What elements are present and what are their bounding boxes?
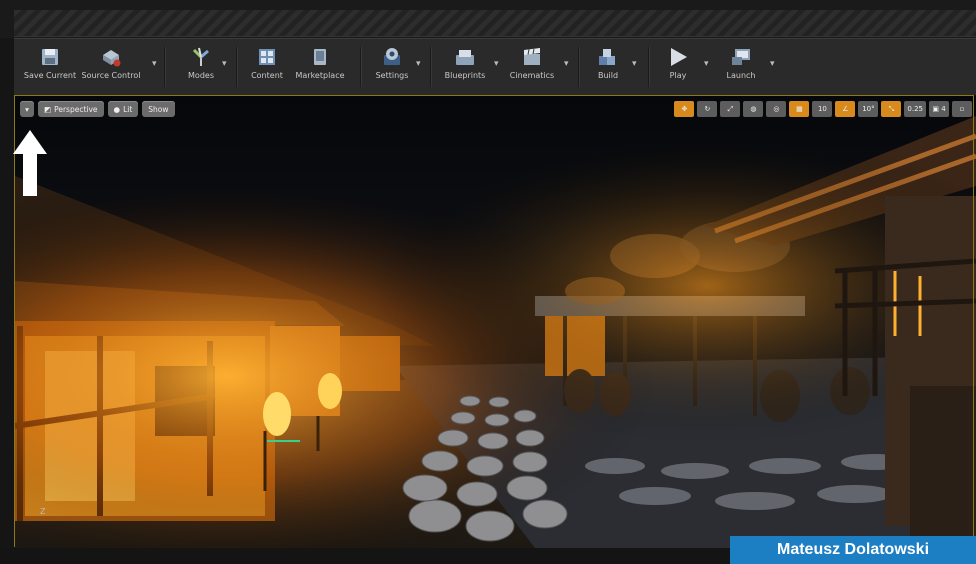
launch-label: Launch <box>726 71 756 80</box>
blueprints-icon <box>454 46 476 68</box>
camera-speed-value: 4 <box>941 105 946 113</box>
scale-snap-value[interactable]: 0.25 <box>904 101 926 117</box>
build-dropdown[interactable]: ▾ <box>632 59 637 69</box>
settings-icon <box>381 46 403 68</box>
launch-dropdown[interactable]: ▾ <box>770 59 775 69</box>
surface-snap-icon[interactable]: ◎ <box>766 101 787 117</box>
marketplace-icon <box>309 46 331 68</box>
blueprints-label: Blueprints <box>444 71 486 80</box>
launch-button[interactable]: Launch <box>718 43 764 91</box>
toolbar-separator <box>578 47 580 87</box>
tab-bar-background <box>14 10 976 37</box>
build-button[interactable]: Build <box>588 43 628 91</box>
source-control-label: Source Control <box>81 71 141 80</box>
cinematics-dropdown[interactable]: ▾ <box>564 59 569 69</box>
chevron-down-icon: ▾ <box>25 104 29 114</box>
lit-button[interactable]: ● Lit <box>107 101 139 117</box>
cinematics-button[interactable]: Cinematics <box>504 43 560 91</box>
show-button[interactable]: Show <box>142 101 175 117</box>
viewport-toolbar-right: ✥ ↻ ⤢ ◍ ◎ ▦ 10 ∠ 10° ⤡ 0.25 ▣ 4 ▫ <box>674 101 972 117</box>
launch-icon <box>730 46 752 68</box>
toolbar-separator <box>236 47 238 87</box>
world-space-icon[interactable]: ◍ <box>743 101 764 117</box>
camera-icon: ▣ <box>932 105 939 113</box>
perspective-button[interactable]: ◩ Perspective <box>38 101 104 117</box>
scale-snap-icon[interactable]: ⤡ <box>881 101 902 117</box>
save-icon <box>39 46 61 68</box>
blueprints-button[interactable]: Blueprints <box>440 43 490 91</box>
lit-icon: ● <box>113 104 121 114</box>
rotation-snap-value[interactable]: 10° <box>858 101 879 117</box>
rotation-snap-icon[interactable]: ∠ <box>835 101 856 117</box>
play-label: Play <box>669 71 687 80</box>
maximize-viewport-icon[interactable]: ▫ <box>952 101 972 117</box>
marketplace-button[interactable]: Marketplace <box>292 43 348 91</box>
cinematics-label: Cinematics <box>509 71 555 80</box>
main-toolbar: Save Current Source Control ▾ Modes ▾ Co… <box>14 38 976 96</box>
blueprints-dropdown[interactable]: ▾ <box>494 59 499 69</box>
toolbar-separator <box>164 47 166 87</box>
show-label: Show <box>148 104 169 114</box>
play-dropdown[interactable]: ▾ <box>704 59 709 69</box>
modes-button[interactable]: Modes <box>176 43 226 91</box>
source-control-button[interactable]: Source Control <box>80 43 142 91</box>
perspective-icon: ◩ <box>44 104 52 114</box>
annotation-arrow-icon <box>13 130 47 196</box>
source-control-dropdown[interactable]: ▾ <box>152 59 157 69</box>
toolbar-separator <box>430 47 432 87</box>
settings-label: Settings <box>375 71 409 80</box>
settings-dropdown[interactable]: ▾ <box>416 59 421 69</box>
camera-speed-button[interactable]: ▣ 4 <box>929 101 949 117</box>
viewport-toolbar-left: ▾ ◩ Perspective ● Lit Show <box>20 101 175 117</box>
save-current-label: Save Current <box>23 71 77 80</box>
rotate-icon[interactable]: ↻ <box>697 101 718 117</box>
play-button[interactable]: Play <box>658 43 698 91</box>
source-control-icon <box>100 46 122 68</box>
perspective-label: Perspective <box>54 104 98 114</box>
cinematics-icon <box>521 46 543 68</box>
save-current-button[interactable]: Save Current <box>22 43 78 91</box>
grid-snap-value[interactable]: 10 <box>812 101 833 117</box>
content-button[interactable]: Content <box>246 43 288 91</box>
translate-icon[interactable]: ✥ <box>674 101 695 117</box>
viewport-frame <box>14 95 974 547</box>
modes-icon <box>190 46 212 68</box>
author-caption: Mateusz Dolatowski <box>730 536 976 564</box>
build-label: Build <box>597 71 619 80</box>
toolbar-separator <box>360 47 362 87</box>
content-label: Content <box>251 71 283 80</box>
scale-icon[interactable]: ⤢ <box>720 101 741 117</box>
viewport-menu-button[interactable]: ▾ <box>20 101 34 117</box>
marketplace-label: Marketplace <box>295 71 345 80</box>
build-icon <box>597 46 619 68</box>
toolbar-separator <box>648 47 650 87</box>
play-icon <box>667 46 689 68</box>
axis-indicator: Z <box>40 507 46 516</box>
content-icon <box>256 46 278 68</box>
modes-dropdown[interactable]: ▾ <box>222 59 227 69</box>
modes-label: Modes <box>188 71 214 80</box>
lit-label: Lit <box>123 104 133 114</box>
grid-snap-icon[interactable]: ▦ <box>789 101 810 117</box>
settings-button[interactable]: Settings <box>370 43 414 91</box>
